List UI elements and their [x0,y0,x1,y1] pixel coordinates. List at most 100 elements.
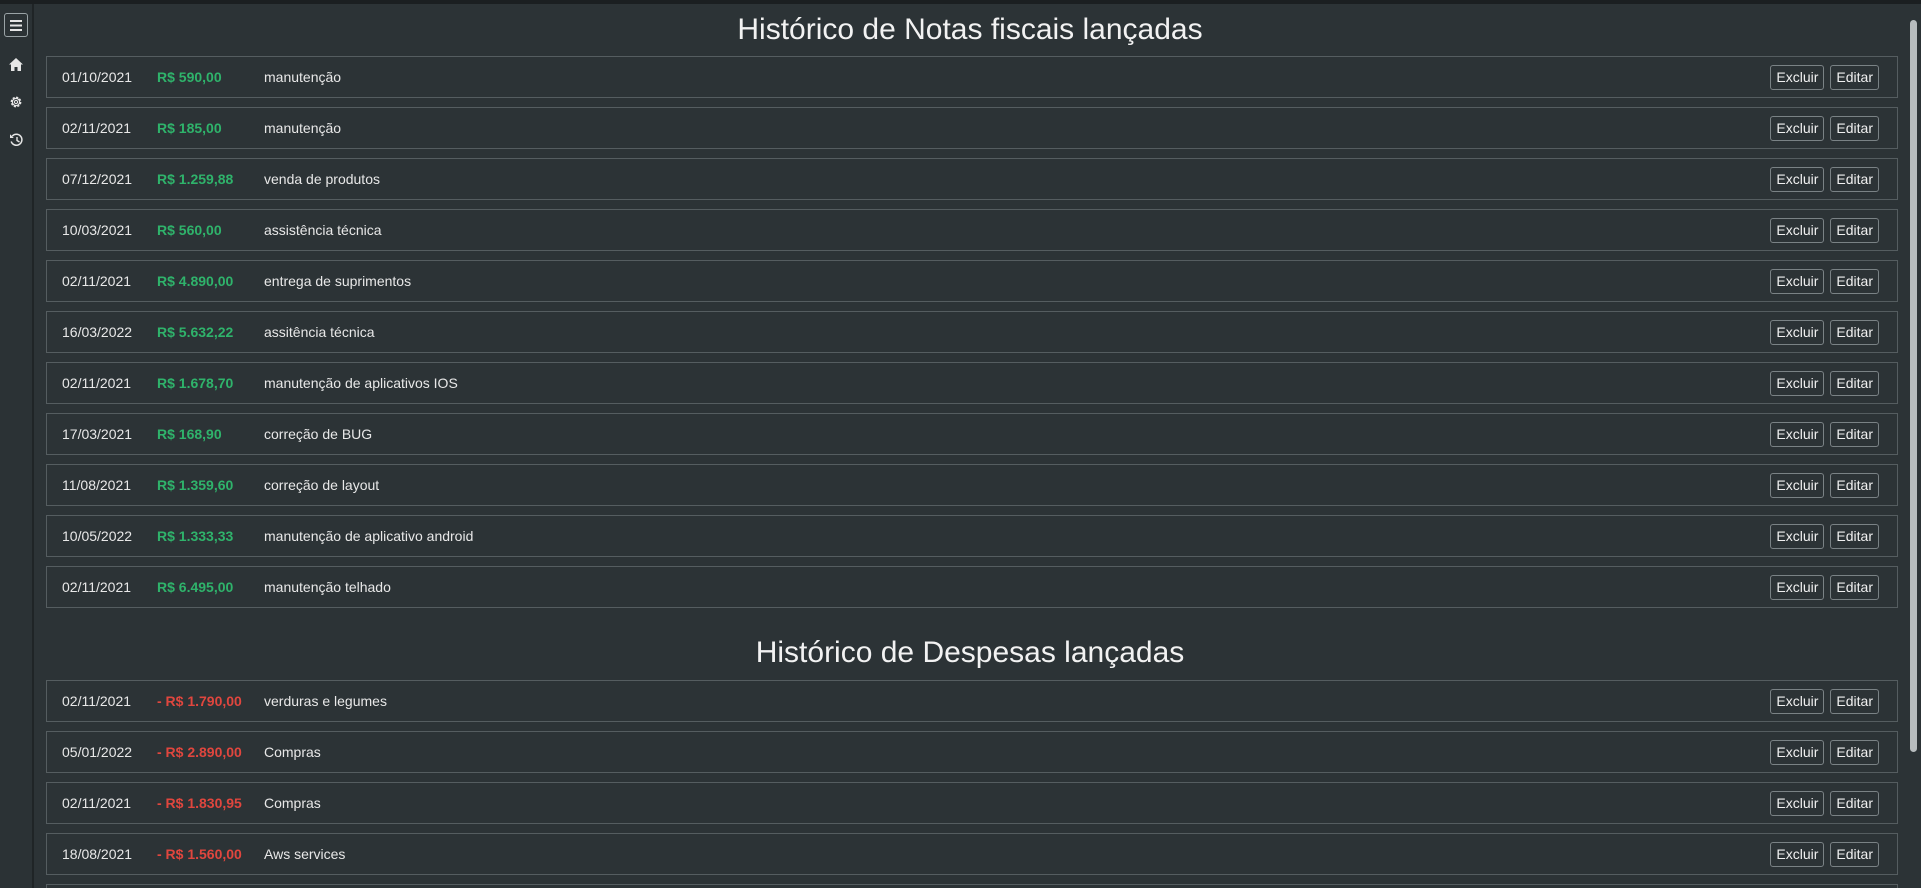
menu-toggle-button[interactable] [4,13,28,37]
invoices-title: Histórico de Notas fiscais lançadas [737,13,1203,46]
entry-amount: - R$ 1.830,95 [157,795,242,811]
entry-actions: Excluir Editar [1770,268,1879,294]
entry-amount: R$ 1.333,33 [157,528,234,544]
edit-button[interactable]: Editar [1830,790,1879,816]
entry-date: 05/01/2022 [62,744,133,760]
list-item: ExcluirEditar [46,884,1898,888]
entry-description: manutenção de aplicativos IOS [264,375,458,391]
delete-button[interactable]: Excluir [1770,370,1825,396]
delete-button[interactable]: Excluir [1770,574,1825,600]
entry-actions: Excluir Editar [1770,841,1879,867]
entry-amount: R$ 560,00 [157,222,222,238]
delete-button[interactable]: Excluir [1770,64,1825,90]
edit-button[interactable]: Editar [1830,421,1879,447]
scrollbar-thumb[interactable] [1910,20,1917,752]
entry-amount: R$ 1.259,88 [157,171,234,187]
edit-button[interactable]: Editar [1830,370,1879,396]
list-item: 02/11/2021 R$ 1.678,70 manutenção de aplic… [46,362,1898,404]
list-item: 02/11/2021 - R$ 1.790,00 verduras e legume… [46,680,1898,722]
entry-amount: R$ 1.678,70 [157,375,234,391]
entry-date: 17/03/2021 [62,426,133,442]
entry-description: Compras [264,795,321,811]
nav-settings[interactable] [7,93,25,111]
entry-actions: Excluir Editar [1770,421,1879,447]
entry-actions: Excluir Editar [1770,64,1879,90]
list-item: 02/11/2021 R$ 6.495,00 manutenção telhado E… [46,566,1898,608]
expenses-list: 02/11/2021 - R$ 1.790,00 verduras e legume… [46,680,1898,888]
menu-icon [10,19,22,31]
edit-button[interactable]: Editar [1830,166,1879,192]
entry-actions: Excluir Editar [1770,574,1879,600]
main-content: Histórico de Notas fiscais lançadas 01/1… [34,4,1906,888]
entry-amount: - R$ 2.890,00 [157,744,242,760]
entry-date: 02/11/2021 [62,375,132,391]
entry-actions: Excluir Editar [1770,472,1879,498]
edit-button[interactable]: Editar [1830,841,1879,867]
entry-date: 10/03/2021 [62,222,133,238]
delete-button[interactable]: Excluir [1770,790,1825,816]
entry-actions: Excluir Editar [1770,217,1879,243]
entry-actions: Excluir Editar [1770,319,1879,345]
list-item: 07/12/2021 R$ 1.259,88 venda de produtos Ex… [46,158,1898,200]
entry-description: manutenção [264,120,342,136]
nav-history[interactable] [7,131,25,149]
edit-button[interactable]: Editar [1830,319,1879,345]
delete-button[interactable]: Excluir [1770,472,1825,498]
entry-date: 16/03/2022 [62,324,133,340]
entry-amount: R$ 6.495,00 [157,579,234,595]
delete-button[interactable]: Excluir [1770,421,1825,447]
entry-description: venda de produtos [264,171,380,187]
entry-amount: R$ 4.890,00 [157,273,234,289]
entry-actions: Excluir Editar [1770,790,1879,816]
entry-date: 11/08/2021 [62,477,132,493]
sidebar [0,4,34,888]
entry-date: 02/11/2021 [62,795,132,811]
entry-description: assistência técnica [264,222,382,238]
delete-button[interactable]: Excluir [1770,841,1825,867]
edit-button[interactable]: Editar [1830,688,1879,714]
nav-home[interactable] [7,55,25,73]
edit-button[interactable]: Editar [1830,115,1879,141]
entry-description: Aws services [264,846,346,862]
entry-date: 01/10/2021 [62,69,133,85]
entry-amount: - R$ 1.790,00 [157,693,242,709]
list-item: 02/11/2021 R$ 185,00 manutenção Excluir Edit… [46,107,1898,149]
delete-button[interactable]: Excluir [1770,166,1825,192]
entry-amount: R$ 590,00 [157,69,222,85]
entry-description: manutenção de aplicativo android [264,528,474,544]
expenses-title: Histórico de Despesas lançadas [755,636,1185,669]
edit-button[interactable]: Editar [1830,64,1879,90]
list-item: 18/08/2021 - R$ 1.560,00 Aws services Exclu… [46,833,1898,875]
entry-actions: Excluir Editar [1770,115,1879,141]
entry-date: 02/11/2021 [62,693,132,709]
entry-date: 10/05/2022 [62,528,133,544]
entry-actions: Excluir Editar [1770,523,1879,549]
delete-button[interactable]: Excluir [1770,319,1825,345]
entry-date: 02/11/2021 [62,273,132,289]
entry-description: entrega de suprimentos [264,273,412,289]
entry-amount: R$ 168,90 [157,426,222,442]
edit-button[interactable]: Editar [1830,523,1879,549]
entry-description: Compras [264,744,321,760]
history-icon [9,133,23,146]
delete-button[interactable]: Excluir [1770,523,1825,549]
edit-button[interactable]: Editar [1830,574,1879,600]
list-item: 02/11/2021 R$ 4.890,00 entrega de suprimen… [46,260,1898,302]
delete-button[interactable]: Excluir [1770,115,1825,141]
delete-button[interactable]: Excluir [1770,217,1825,243]
list-item: 10/03/2021 R$ 560,00 assistência técnica Ex… [46,209,1898,251]
edit-button[interactable]: Editar [1830,739,1879,765]
invoices-list: 01/10/2021 R$ 590,00 manutenção Excluir Edit… [46,56,1898,608]
entry-actions: Excluir Editar [1770,166,1879,192]
delete-button[interactable]: Excluir [1770,688,1825,714]
gear-icon [10,96,22,108]
delete-button[interactable]: Excluir [1770,739,1825,765]
entry-amount: R$ 5.632,22 [157,324,234,340]
entry-description: manutenção [264,69,342,85]
delete-button[interactable]: Excluir [1770,268,1825,294]
edit-button[interactable]: Editar [1830,472,1879,498]
edit-button[interactable]: Editar [1830,217,1879,243]
edit-button[interactable]: Editar [1830,268,1879,294]
entry-description: correção de layout [264,477,380,493]
entry-amount: R$ 185,00 [157,120,222,136]
